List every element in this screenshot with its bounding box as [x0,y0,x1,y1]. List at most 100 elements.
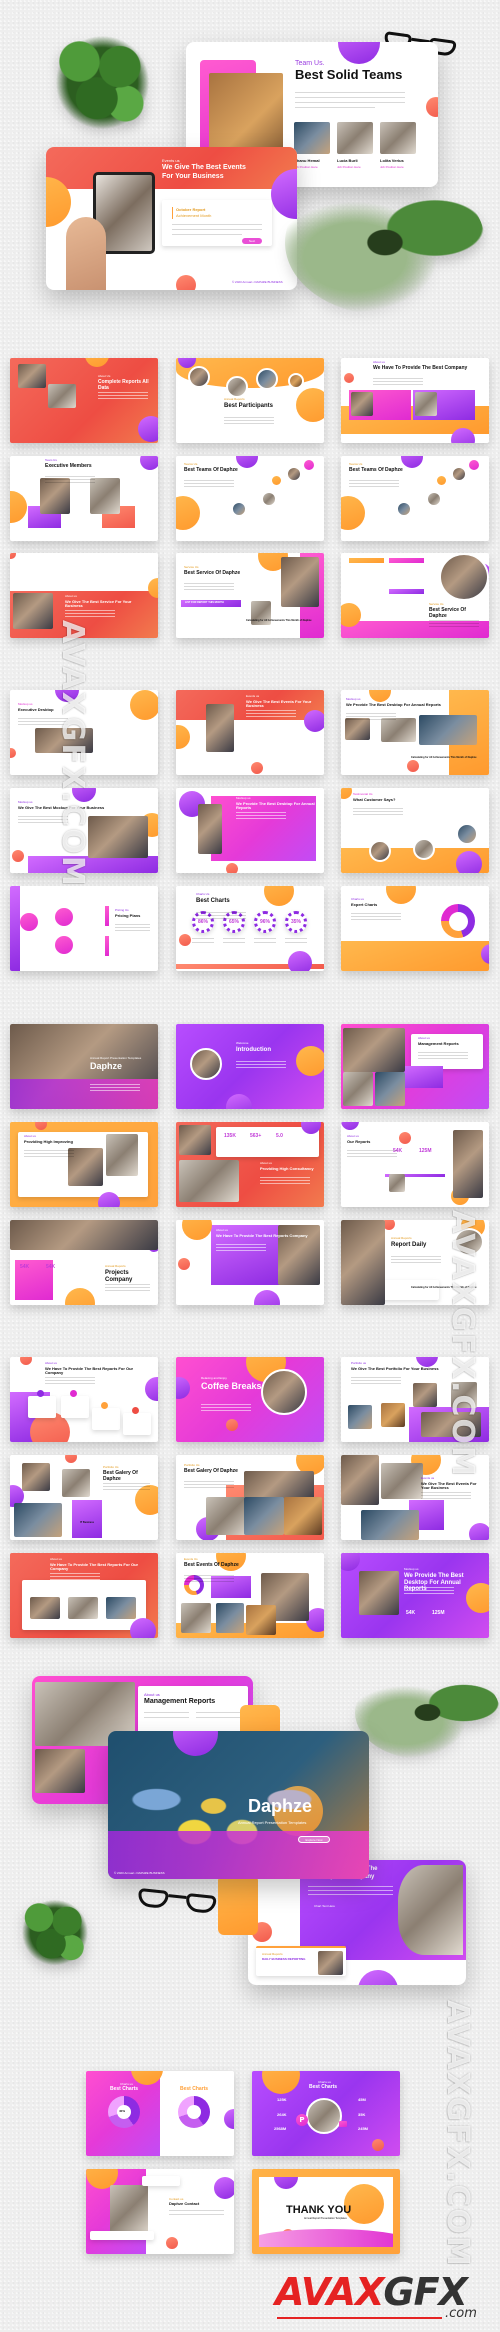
slide-thumbnail[interactable]: Mockup us We Provide The Best Desktop For… [176,788,324,873]
slide-kicker: Welcome [236,1041,249,1045]
text-line [90,1083,140,1085]
slide-kicker: About us [347,1134,359,1138]
slide-title: Providing High Consultancy [260,1166,314,1171]
slide-thumbnail[interactable]: Mockup us We Provide The Best Desktop For… [341,1553,489,1638]
slide-thumbnail[interactable]: About us Providing High Consultancy 135K 56… [176,1122,324,1207]
slide-thumbnail[interactable]: Annual Report Presentation Templates Daph… [10,1024,158,1109]
text-line [236,817,286,819]
explore-button[interactable]: Explore Now [298,1836,330,1843]
member-name: Lolita Verius [380,158,404,163]
slide-thumbnail[interactable]: About us Management Reports [341,1024,489,1109]
text-line [184,1487,234,1488]
member-name: Lucia Burli [337,158,358,163]
slide-thumbnail[interactable]: About us Our Reports 54K 125M [341,1122,489,1207]
text-line [373,381,423,382]
slide-photo [244,1497,284,1535]
slide-thumbnail[interactable]: Welcome Introduction [176,1024,324,1109]
member-role: Job Position Here [380,165,404,169]
slide-daphze-contact[interactable]: Contact us Daphze Contact [86,2169,234,2254]
decor-block [403,1066,443,1088]
decor-circle [226,863,238,873]
decor-block [389,558,424,563]
slide-thumbnail[interactable]: Annual Reports Best Participants [176,358,324,443]
slide-thumbnail[interactable]: Service Us Best Service Of Daphze [341,553,489,638]
slide-thumbnail[interactable]: Events us We Give The Best Events For You… [176,690,324,775]
text-line [184,486,234,487]
slide-kicker: Events Us [184,1557,198,1561]
slide-thumbnail[interactable]: Portfolio Us Best Galery Of Daphze IT Busi… [10,1455,158,1540]
slide-photo [179,1160,239,1202]
slide-thumbnail[interactable]: Charts us Expert Charts [341,886,489,971]
slide-thumbnail[interactable]: Events Us Best Events Of Daphze [176,1553,324,1638]
slide-kicker: Annual Report Presentation Templates [90,1056,142,1060]
logo-text: AVAXGFX [275,2270,468,2314]
text-line [184,1481,234,1482]
slide-title: Best Solid Teams [295,67,403,82]
decor-circle [130,690,158,720]
list-item: Chart Text Here [314,1904,335,1908]
donut-chart [441,904,475,938]
decor-circle [65,1288,95,1305]
decor-circle [10,491,27,523]
slide-thumbnail[interactable]: Annual Reports Projects Company 54K 54K [10,1220,158,1305]
slide-thumbnail[interactable]: Service Us Best Service Of Daphze LIST FOR… [176,553,324,638]
slide-photo [281,557,319,607]
slide-kicker: Pricing Us [115,908,129,912]
stat-value: 45M [358,2097,366,2102]
slide-best-charts-split[interactable]: Charts us Best Charts 40% Best Charts [86,2071,234,2156]
text-line [105,1284,150,1286]
slide-best-charts-stats[interactable]: Charts us Best Charts P 125K 264K 2568M … [252,2071,400,2156]
decor-circle [138,416,158,442]
slide-kicker: Events us [246,694,260,698]
member-role: Job Position Here [294,165,318,169]
slide-title: We Have To Provide The Best Reports For … [45,1366,134,1376]
slide-thumbnail[interactable]: Teams Us Best Teams Of Daphze [176,456,324,541]
decor-block [349,558,384,563]
text-line [351,1382,401,1384]
next-button[interactable]: Next [242,238,262,244]
slide-thumbnail[interactable]: About us Providing High Improving [10,1122,158,1207]
slide-thumbnail[interactable]: Charts Us Best Charts 86% 65% 96% 35% [176,886,324,971]
slide-thumbnail[interactable]: About us We Have To Provide The Best Repo… [176,1220,324,1305]
slide-title: Best Events Of Daphze [184,1562,239,1568]
slide-kicker: Charts Us [196,892,210,896]
slide-photo [188,366,210,388]
slide-thumbnail[interactable]: Portfolio Us Best Galery Of Daphze [176,1455,324,1540]
stat-value: 135K [224,1133,236,1139]
logo-part1: AVAX [275,2270,384,2314]
stat-value: 245M [358,2126,369,2131]
decor-circle [98,1192,120,1207]
slide-thank-you[interactable]: THANK YOU Annual Report Presentation Tem… [252,2169,400,2254]
slide-photo [40,478,70,514]
slide-photo [190,1048,222,1080]
slide-thumbnail[interactable]: Testimonial Us What Customer Says? [341,788,489,873]
slide-kicker: Events us [162,158,180,163]
text-line [201,1403,251,1405]
slide-photo [231,501,247,517]
slide-thumbnail[interactable]: About us We Have To Provide The Best Repo… [10,1553,158,1638]
slide-thumbnail[interactable]: Team Us Executive Members [10,456,158,541]
slide-kicker: About us [65,594,77,598]
text-line [45,1376,95,1378]
report-card: Annual Reports DAILY BUSINESS REPORTING [256,1946,346,1976]
text-line [184,586,234,587]
slide-thumbnail[interactable]: Pricing Us Pricing Plans [10,886,158,971]
slide-thumbnail[interactable]: Teams Us Best Teams Of Daphze [341,456,489,541]
slide-thumbnail[interactable]: Relaxing and Enjoy Coffee Breaks [176,1357,324,1442]
slide-thumbnail[interactable]: About Us Complete Reports All Data [10,358,158,443]
decor-block [105,906,109,926]
slide-photo [14,1503,62,1537]
slide-daphze-cover[interactable]: Daphze Annual Report Presentation Templa… [108,1731,369,1879]
text-line [349,483,399,484]
slide-title: Complete Reports All Data [98,379,149,391]
slide-footer: © 2023 Annual • DAPHZE BUSINESS [232,280,283,284]
decor-circle [304,710,324,732]
slide-thumbnail[interactable]: About us We Have To Provide The Best Repo… [10,1357,158,1442]
slide-thumbnail[interactable]: About us We Have To Provide The Best Comp… [341,358,489,443]
decor-circle [166,2237,178,2249]
slide-best-events[interactable]: Events us We Give The Best Events For Yo… [46,147,297,290]
slide-thumbnail[interactable]: Mockup us We Provide The Best Desktop For… [341,690,489,775]
text-line [90,1086,140,1088]
slide-title: We Have To Provide The Best Reports Comp… [216,1233,308,1238]
stat-value: 54K [406,1610,416,1616]
